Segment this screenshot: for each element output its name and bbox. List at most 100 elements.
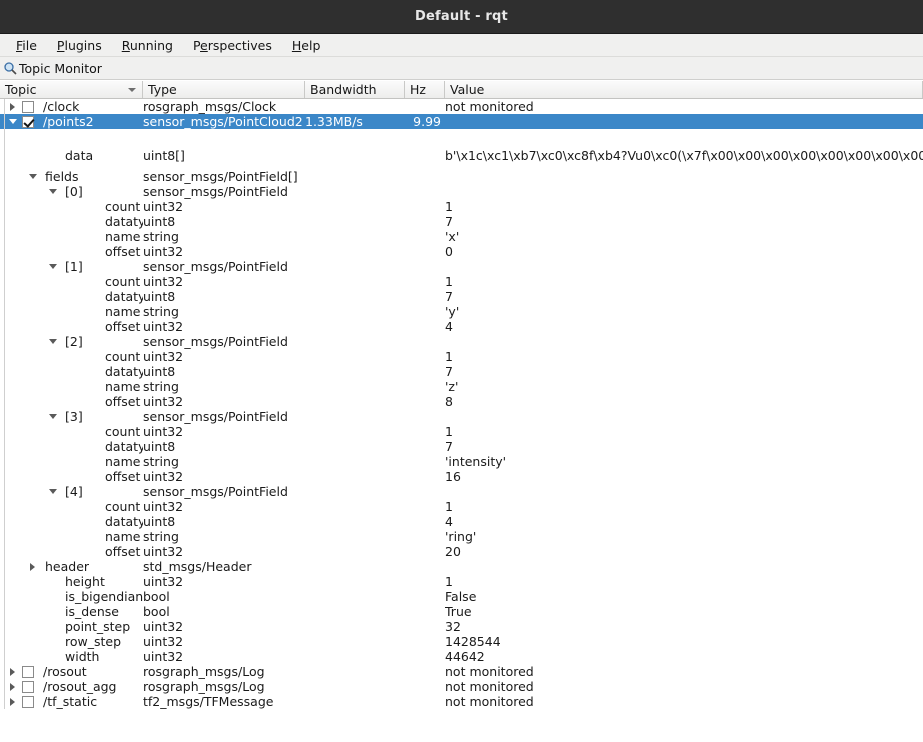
column-header-value[interactable]: Value (445, 81, 923, 98)
table-row[interactable]: row_step uint32 1428544 (0, 634, 923, 649)
table-row[interactable]: data uint8[] b'\x1c\xc1\xb7\xc0\xc8f\xb4?V… (0, 129, 923, 169)
table-row[interactable]: datatypeuint8 7 (0, 289, 923, 304)
tree-expander-toggle[interactable] (6, 697, 19, 706)
table-row[interactable]: /rosout_agg rosgraph_msgs/Log not monitore… (0, 679, 923, 694)
table-row[interactable]: [3] sensor_msgs/PointField (0, 409, 923, 424)
tree-expander-toggle[interactable] (6, 102, 19, 111)
table-row[interactable]: is_bigendian bool False (0, 589, 923, 604)
table-row[interactable]: count uint32 1 (0, 274, 923, 289)
cell-topic: /rosout_agg (0, 679, 143, 694)
cell-topic: datatype (0, 514, 143, 529)
table-row[interactable]: name string 'ring' (0, 529, 923, 544)
table-row[interactable]: datatypeuint8 7 (0, 439, 923, 454)
table-row[interactable]: /rosout rosgraph_msgs/Log not monitored (0, 664, 923, 679)
cell-hz (405, 634, 445, 649)
cell-hz: 9.99 (405, 114, 445, 129)
column-header-label: Type (148, 82, 177, 97)
cell-hz (405, 574, 445, 589)
cell-value: 1 (445, 499, 923, 514)
cell-type: uint32 (143, 649, 305, 664)
table-row[interactable]: offset uint32 8 (0, 394, 923, 409)
cell-type: bool (143, 604, 305, 619)
menu-item-help[interactable]: Help (282, 36, 331, 55)
cell-topic: [1] (0, 259, 143, 274)
table-row[interactable]: /clock rosgraph_msgs/Clock not monitored (0, 99, 923, 114)
table-row[interactable]: name string 'intensity' (0, 454, 923, 469)
menu-item-file[interactable]: File (6, 36, 47, 55)
table-row[interactable]: offset uint32 4 (0, 319, 923, 334)
cell-hz (405, 439, 445, 454)
cell-type: uint32 (143, 394, 305, 409)
table-row[interactable]: datatypeuint8 7 (0, 364, 923, 379)
topic-label: is_dense (65, 604, 119, 619)
cell-hz (405, 274, 445, 289)
table-row[interactable]: offset uint32 0 (0, 244, 923, 259)
table-row[interactable]: count uint32 1 (0, 499, 923, 514)
table-row[interactable]: offset uint32 16 (0, 469, 923, 484)
tree-body[interactable]: /clock rosgraph_msgs/Clock not monitored/p… (0, 99, 923, 742)
table-row[interactable]: /tf_static tf2_msgs/TFMessage not monitore… (0, 694, 923, 709)
cell-value: 1 (445, 274, 923, 289)
tree-expander-toggle[interactable] (6, 119, 19, 124)
menu-item-plugins[interactable]: Plugins (47, 36, 112, 55)
monitor-checkbox[interactable] (19, 680, 37, 693)
column-header-bandwidth[interactable]: Bandwidth (305, 81, 405, 98)
cell-value (445, 114, 923, 129)
cell-type: string (143, 379, 305, 394)
table-row[interactable]: count uint32 1 (0, 349, 923, 364)
table-row[interactable]: count uint32 1 (0, 199, 923, 214)
table-row[interactable]: [1] sensor_msgs/PointField (0, 259, 923, 274)
table-row[interactable]: header std_msgs/Header (0, 559, 923, 574)
menu-item-running[interactable]: Running (112, 36, 183, 55)
cell-hz (405, 129, 445, 169)
cell-type: uint8 (143, 364, 305, 379)
tree-expander-toggle[interactable] (46, 489, 59, 494)
table-row[interactable]: offset uint32 20 (0, 544, 923, 559)
tree-expander-toggle[interactable] (46, 339, 59, 344)
topic-monitor-tree[interactable]: Topic Type Bandwidth Hz Value /clock rosgraph… (0, 80, 923, 742)
table-row[interactable]: height uint32 1 (0, 574, 923, 589)
type-label: rosgraph_msgs/Log (143, 664, 265, 679)
monitor-checkbox[interactable] (19, 115, 37, 128)
tree-expander-toggle[interactable] (6, 667, 19, 676)
tree-expander-toggle[interactable] (26, 562, 39, 571)
table-row[interactable]: point_step uint32 32 (0, 619, 923, 634)
column-header-topic[interactable]: Topic (0, 81, 143, 98)
monitor-checkbox[interactable] (19, 100, 37, 113)
cell-bandwidth (305, 484, 405, 499)
table-row[interactable]: fields sensor_msgs/PointField[] (0, 169, 923, 184)
table-row[interactable]: name string 'x' (0, 229, 923, 244)
table-row[interactable]: count uint32 1 (0, 424, 923, 439)
topic-label: datatype (105, 364, 143, 379)
tree-expander-toggle[interactable] (46, 264, 59, 269)
monitor-checkbox[interactable] (19, 665, 37, 678)
cell-bandwidth (305, 649, 405, 664)
cell-topic: [3] (0, 409, 143, 424)
tree-expander-toggle[interactable] (26, 174, 39, 179)
menu-label-pre: P (192, 37, 201, 53)
tree-expander-toggle[interactable] (46, 414, 59, 419)
table-row[interactable]: [4] sensor_msgs/PointField (0, 484, 923, 499)
topic-label: count (105, 499, 141, 514)
table-row[interactable]: datatypeuint8 4 (0, 514, 923, 529)
table-row[interactable]: name string 'z' (0, 379, 923, 394)
cell-topic: /tf_static (0, 694, 143, 709)
monitor-checkbox[interactable] (19, 695, 37, 708)
cell-type: sensor_msgs/PointField (143, 184, 305, 199)
value-label: not monitored (445, 679, 534, 694)
table-row[interactable]: /points2 sensor_msgs/PointCloud2 1.33MB/s 9… (0, 114, 923, 129)
tree-expander-toggle[interactable] (6, 682, 19, 691)
table-row[interactable]: is_dense bool True (0, 604, 923, 619)
table-row[interactable]: datatypeuint8 7 (0, 214, 923, 229)
cell-topic: is_dense (0, 604, 143, 619)
menu-item-perspectives[interactable]: Perspectives (183, 36, 282, 55)
table-row[interactable]: [0] sensor_msgs/PointField (0, 184, 923, 199)
table-row[interactable]: [2] sensor_msgs/PointField (0, 334, 923, 349)
table-row[interactable]: name string 'y' (0, 304, 923, 319)
tree-expander-toggle[interactable] (46, 189, 59, 194)
table-row[interactable]: width uint32 44642 (0, 649, 923, 664)
cell-type: bool (143, 589, 305, 604)
cell-topic: [2] (0, 334, 143, 349)
column-header-hz[interactable]: Hz (405, 81, 445, 98)
column-header-type[interactable]: Type (143, 81, 305, 98)
